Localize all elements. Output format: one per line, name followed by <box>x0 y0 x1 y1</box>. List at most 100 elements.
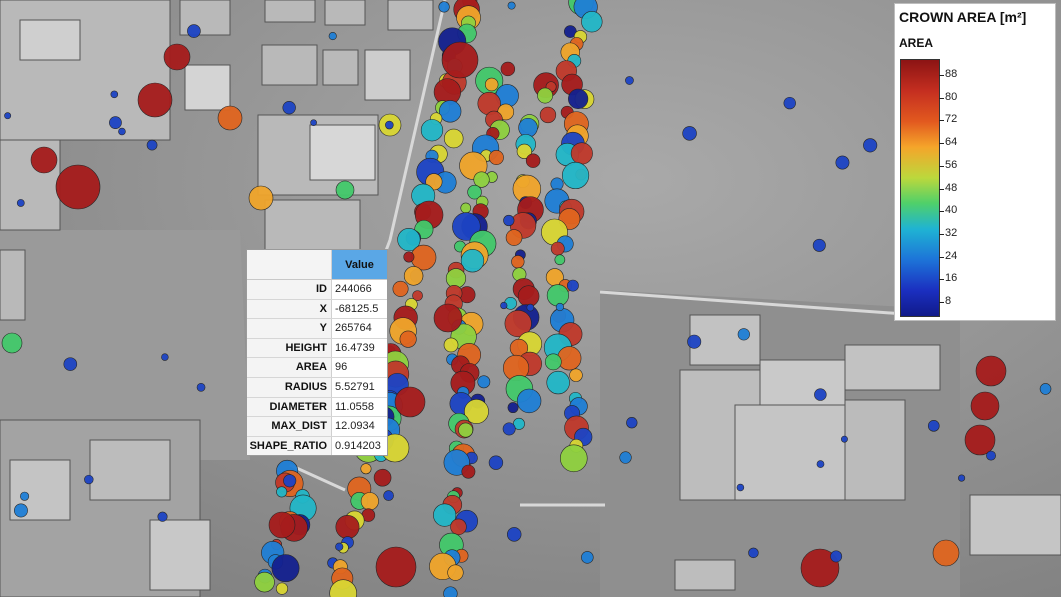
attribute-key: X <box>247 299 332 319</box>
legend-tick <box>939 143 944 145</box>
tree-crown <box>500 61 516 77</box>
attribute-key: Y <box>247 319 332 338</box>
tree-crown <box>55 164 101 210</box>
tree-crown <box>84 474 94 485</box>
attribute-key: RADIUS <box>247 377 332 397</box>
legend-tick-label: 32 <box>945 226 958 239</box>
tree-crown <box>335 180 355 200</box>
attribute-key: MAX_DIST <box>247 417 332 436</box>
tree-crown <box>554 254 566 266</box>
tree-crown <box>146 139 158 151</box>
legend-tick-label: 80 <box>945 90 958 103</box>
tree-crown <box>14 503 28 518</box>
tree-crown <box>546 284 569 307</box>
attribute-key: SHAPE_RATIO <box>247 436 332 456</box>
legend-tick <box>939 302 944 303</box>
tree-crown <box>625 76 634 85</box>
attribute-key: ID <box>247 280 332 299</box>
legend-tick <box>939 211 944 213</box>
table-row: X -68125.5 <box>247 299 387 320</box>
tree-crown <box>550 241 565 256</box>
map-legend: CROWN AREA [m²] AREA 88 80 72 64 56 48 40 32 24 1… <box>894 3 1056 321</box>
legend-tick <box>939 120 944 122</box>
tree-crown <box>275 582 289 595</box>
tree-crown <box>557 346 582 371</box>
tree-crown <box>488 150 504 166</box>
color-ramp <box>900 59 940 317</box>
value-column-header: Value <box>332 250 387 279</box>
tree-crown <box>450 518 467 536</box>
tree-crown <box>399 330 417 348</box>
tree-crown <box>748 547 759 559</box>
tree-crown <box>461 464 476 479</box>
tree-crown <box>568 88 589 109</box>
tree-crown <box>443 337 459 353</box>
tree-crown <box>276 486 288 498</box>
legend-tick <box>939 75 944 76</box>
attribute-value: 5.52791 <box>335 380 375 393</box>
tree-crown <box>310 119 317 126</box>
tree-crown <box>217 105 243 131</box>
tree-crown <box>375 546 417 588</box>
tree-crown <box>736 483 745 492</box>
tree-crown <box>964 424 996 456</box>
attribute-value: 11.0558 <box>335 400 374 413</box>
tree-crown <box>511 255 525 269</box>
tree-crown <box>539 106 557 124</box>
tree-crown <box>109 116 122 130</box>
tree-crown <box>958 474 966 482</box>
tree-crown <box>682 126 697 141</box>
tree-crown <box>581 11 603 33</box>
legend-tick <box>939 256 944 258</box>
tree-crown <box>20 491 30 501</box>
attribute-value: 16.4739 <box>335 341 375 354</box>
tree-crown <box>433 303 463 333</box>
tree-crown <box>737 328 750 341</box>
tree-crown <box>420 119 444 142</box>
table-row: MAX_DIST 12.0934 <box>247 417 387 437</box>
tree-crown <box>477 375 491 389</box>
tree-crown <box>385 120 394 130</box>
tree-crown <box>507 1 516 10</box>
tree-crown <box>619 451 632 464</box>
tree-crown <box>812 238 826 252</box>
tree-crown <box>187 24 201 38</box>
table-row: SHAPE_RATIO 0.914203 <box>247 436 387 456</box>
tree-crown <box>63 357 78 371</box>
tree-crown <box>835 155 850 170</box>
tree-crown <box>537 87 554 104</box>
tree-crown <box>441 41 479 79</box>
legend-tick-label: 88 <box>945 68 958 80</box>
tree-crown <box>505 229 523 246</box>
legend-tick <box>939 279 944 281</box>
tree-crown <box>360 492 379 511</box>
tree-crown <box>157 511 168 522</box>
tree-crown <box>383 490 394 501</box>
tree-crown <box>268 511 296 539</box>
table-row: AREA 96 <box>247 358 387 378</box>
tree-crown <box>830 550 843 563</box>
attribute-value: 0.914203 <box>335 439 381 452</box>
tree-crown <box>110 90 119 99</box>
attribute-value: -68125.5 <box>335 302 379 315</box>
legend-title: CROWN AREA [m²] <box>899 9 1027 25</box>
tree-crown <box>814 388 827 401</box>
table-row: HEIGHT 16.4739 <box>247 338 387 359</box>
legend-tick <box>939 233 944 235</box>
tree-crown <box>137 82 173 118</box>
tree-crown <box>840 435 848 443</box>
tree-crown <box>516 388 542 414</box>
tree-crown <box>927 420 940 432</box>
legend-tick-label: 16 <box>945 272 958 285</box>
legend-tick-label: 72 <box>945 113 958 126</box>
tree-crown <box>161 353 169 361</box>
tree-crown <box>932 539 960 567</box>
tree-crown <box>460 249 485 273</box>
tree-crown <box>447 564 464 581</box>
tree-crown <box>163 43 191 71</box>
tree-crown <box>484 77 499 92</box>
tree-crown <box>863 138 878 153</box>
tree-crown <box>328 32 337 41</box>
tree-crown <box>525 153 541 168</box>
tree-crown <box>517 285 540 307</box>
